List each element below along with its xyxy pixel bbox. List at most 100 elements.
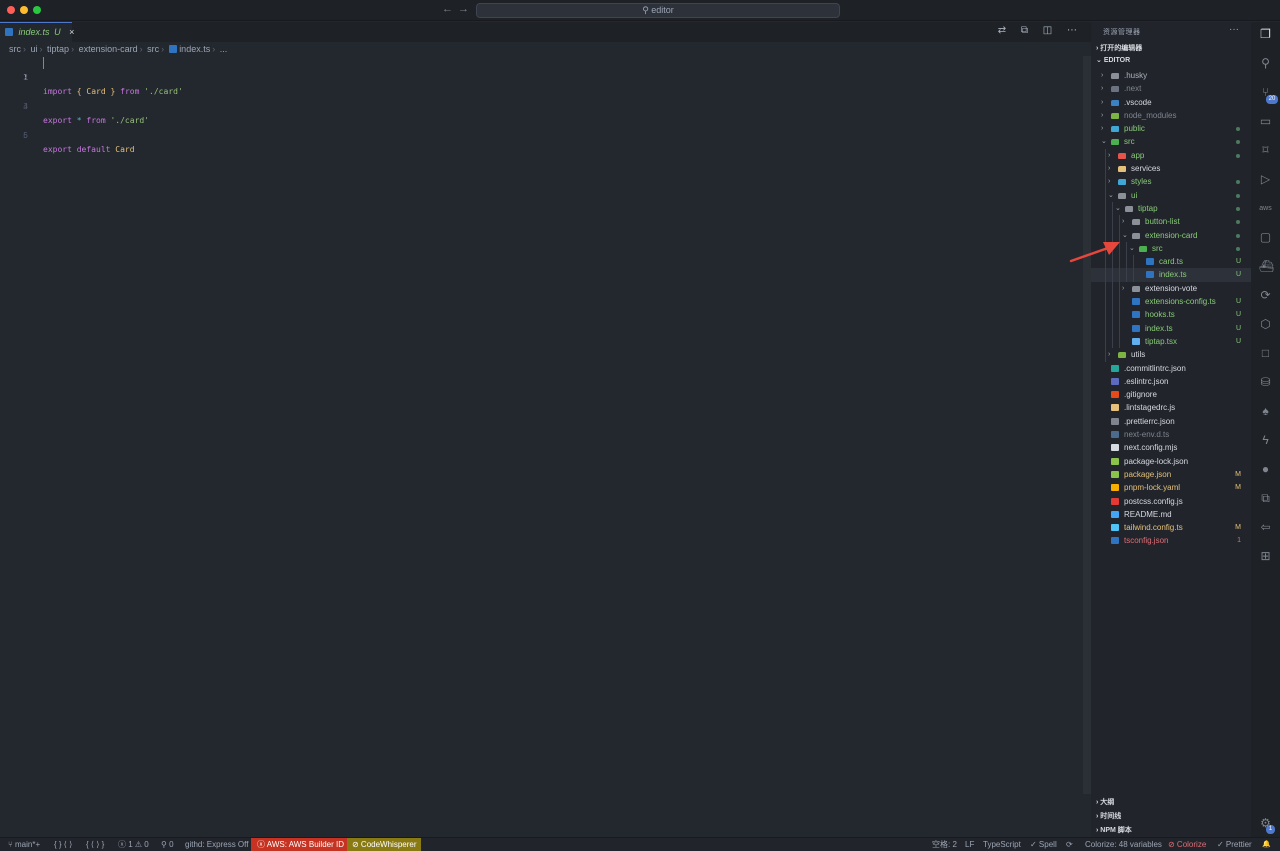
- tree-file[interactable]: index.ts U: [1091, 268, 1251, 282]
- tree-file[interactable]: package-lock.json: [1091, 455, 1251, 468]
- tree-folder[interactable]: › extension-vote: [1091, 281, 1251, 296]
- aws-status[interactable]: ⓧ AWS: AWS Builder ID: [251, 838, 347, 851]
- nav-status[interactable]: { ⟨ ⟩ }: [86, 838, 104, 851]
- tree-folder[interactable]: › styles: [1091, 175, 1251, 189]
- tree-file[interactable]: .commitlintrc.json: [1091, 362, 1251, 375]
- tree-file[interactable]: tailwind.config.ts M: [1091, 521, 1251, 534]
- breadcrumb-item[interactable]: tiptap: [47, 44, 69, 54]
- tree-file[interactable]: index.ts U: [1091, 321, 1251, 335]
- tab-close-icon[interactable]: ×: [69, 27, 74, 37]
- database-icon[interactable]: ⛁: [1259, 376, 1272, 389]
- tree-folder[interactable]: ⌄ src: [1091, 135, 1251, 148]
- chevron-right-icon[interactable]: ›: [1108, 162, 1110, 175]
- language-status[interactable]: TypeScript: [983, 838, 1021, 851]
- prettier-status[interactable]: ✓ Prettier: [1217, 838, 1252, 851]
- forward-arrow-icon[interactable]: →: [458, 3, 469, 15]
- chevron-right-icon[interactable]: ›: [1101, 122, 1103, 135]
- hexagon-icon[interactable]: ⬡: [1259, 318, 1272, 331]
- minimize-window-button[interactable]: [20, 6, 28, 14]
- codewhisperer-status[interactable]: ⊘ CodeWhisperer: [347, 838, 421, 851]
- colorize-variables-status[interactable]: Colorize: 48 variables: [1085, 838, 1162, 851]
- tree-file[interactable]: tsconfig.json 1: [1091, 534, 1251, 547]
- tree-folder[interactable]: › .husky: [1091, 69, 1251, 82]
- timeline-section[interactable]: › 时间线: [1096, 811, 1121, 821]
- chevron-right-icon[interactable]: ›: [1101, 96, 1103, 109]
- chevron-right-icon[interactable]: ›: [1101, 82, 1103, 95]
- run-debug-icon[interactable]: ▷: [1259, 173, 1272, 186]
- tree-folder[interactable]: › .next: [1091, 82, 1251, 95]
- tree-file[interactable]: .prettierrc.json: [1091, 415, 1251, 428]
- tree-file[interactable]: package.json M: [1091, 468, 1251, 481]
- tree-file[interactable]: next-env.d.ts: [1091, 428, 1251, 441]
- explorer-files-icon[interactable]: ❐: [1259, 28, 1272, 41]
- outline-section[interactable]: › 大纲: [1096, 797, 1114, 807]
- diagram-icon[interactable]: ⧉: [1259, 492, 1272, 505]
- eol-status[interactable]: LF: [965, 838, 974, 851]
- aws-icon[interactable]: aws: [1259, 202, 1272, 215]
- tree-folder[interactable]: ⌄ tiptap: [1091, 201, 1251, 216]
- tree-file[interactable]: extensions-config.ts U: [1091, 295, 1251, 309]
- github-icon[interactable]: ●: [1259, 463, 1272, 476]
- bookmark-icon[interactable]: ⌑: [1259, 144, 1272, 157]
- tree-file[interactable]: .eslintrc.json: [1091, 375, 1251, 388]
- breadcrumb-item[interactable]: extension-card: [79, 44, 138, 54]
- nav-status[interactable]: { } ⟨ ⟩: [54, 838, 72, 851]
- sync-icon[interactable]: ⟳: [1259, 289, 1272, 302]
- chevron-right-icon[interactable]: ›: [1122, 215, 1124, 228]
- chevron-right-icon[interactable]: ›: [1101, 109, 1103, 122]
- lightning-icon[interactable]: ϟ: [1259, 434, 1272, 447]
- tree-folder[interactable]: › .vscode: [1091, 96, 1251, 109]
- tab-index-ts[interactable]: index.ts U ×: [0, 22, 74, 42]
- npm-scripts-section[interactable]: › NPM 脚本: [1096, 825, 1132, 835]
- code-editor[interactable]: 1 import { Card } from './card' 2 3 expo…: [0, 56, 1085, 154]
- breadcrumb-item[interactable]: ...: [220, 44, 228, 54]
- tree-file[interactable]: hooks.ts U: [1091, 308, 1251, 322]
- close-window-button[interactable]: [7, 6, 15, 14]
- chevron-right-icon[interactable]: ›: [1122, 282, 1124, 295]
- git-branch-status[interactable]: ⑂ main*+: [8, 838, 40, 851]
- ports-status[interactable]: ⚲ 0: [161, 838, 174, 851]
- chevron-right-icon[interactable]: ›: [1108, 175, 1110, 188]
- indent-status[interactable]: 空格: 2: [932, 838, 957, 851]
- tree-folder[interactable]: › app: [1091, 148, 1251, 163]
- problems-status[interactable]: ⓧ 1 ⚠ 0: [118, 838, 149, 851]
- chevron-down-icon[interactable]: ⌄: [1108, 189, 1114, 202]
- chevron-right-icon[interactable]: ›: [1108, 348, 1110, 361]
- tree-file[interactable]: next.config.mjs: [1091, 441, 1251, 454]
- chevron-right-icon[interactable]: ›: [1101, 69, 1103, 82]
- chevron-down-icon[interactable]: ⌄: [1115, 202, 1121, 215]
- editor-actions[interactable]: ⇄ ⧉ ◫ ⋯: [998, 25, 1083, 36]
- tree-folder[interactable]: › node_modules: [1091, 109, 1251, 122]
- editor-scrollbar[interactable]: [1083, 56, 1091, 794]
- search-icon[interactable]: ⚲: [1259, 57, 1272, 70]
- workspace-root-section[interactable]: ⌄ EDITOR: [1096, 56, 1130, 64]
- colorize-status[interactable]: ⊘ Colorize: [1168, 838, 1206, 851]
- share-icon[interactable]: ⇦: [1259, 521, 1272, 534]
- chevron-down-icon[interactable]: ⌄: [1129, 242, 1135, 255]
- notifications-bell-icon[interactable]: 🔔: [1262, 838, 1271, 851]
- breadcrumb-item[interactable]: src: [9, 44, 21, 54]
- mongodb-leaf-icon[interactable]: ♠: [1259, 405, 1272, 418]
- breadcrumb-item[interactable]: src: [147, 44, 159, 54]
- spell-status[interactable]: ✓ Spell: [1030, 838, 1057, 851]
- folder-icon[interactable]: ▭: [1259, 115, 1272, 128]
- open-editors-section[interactable]: › 打开的编辑器: [1096, 43, 1142, 53]
- breadcrumb-item[interactable]: index.ts: [179, 44, 210, 54]
- tree-folder[interactable]: › services: [1091, 162, 1251, 176]
- chevron-right-icon[interactable]: ›: [1108, 149, 1110, 162]
- tree-file[interactable]: pnpm-lock.yaml M: [1091, 481, 1251, 494]
- tree-file[interactable]: .lintstagedrc.js: [1091, 401, 1251, 414]
- back-arrow-icon[interactable]: ←: [442, 3, 453, 15]
- chevron-down-icon[interactable]: ⌄: [1101, 135, 1107, 148]
- docker-icon[interactable]: ⛴: [1259, 260, 1274, 273]
- command-center-search[interactable]: ⚲ editor: [476, 3, 840, 18]
- breadcrumb-item[interactable]: ui: [31, 44, 38, 54]
- tree-folder[interactable]: › button-list: [1091, 215, 1251, 229]
- zoom-window-button[interactable]: [33, 6, 41, 14]
- tree-folder[interactable]: ⌄ ui: [1091, 188, 1251, 202]
- tree-file[interactable]: tiptap.tsx U: [1091, 334, 1251, 349]
- tree-file[interactable]: postcss.config.js: [1091, 495, 1251, 508]
- tree-file[interactable]: README.md: [1091, 508, 1251, 521]
- githd-status[interactable]: githd: Express Off: [185, 838, 248, 851]
- square-icon[interactable]: □: [1259, 347, 1272, 360]
